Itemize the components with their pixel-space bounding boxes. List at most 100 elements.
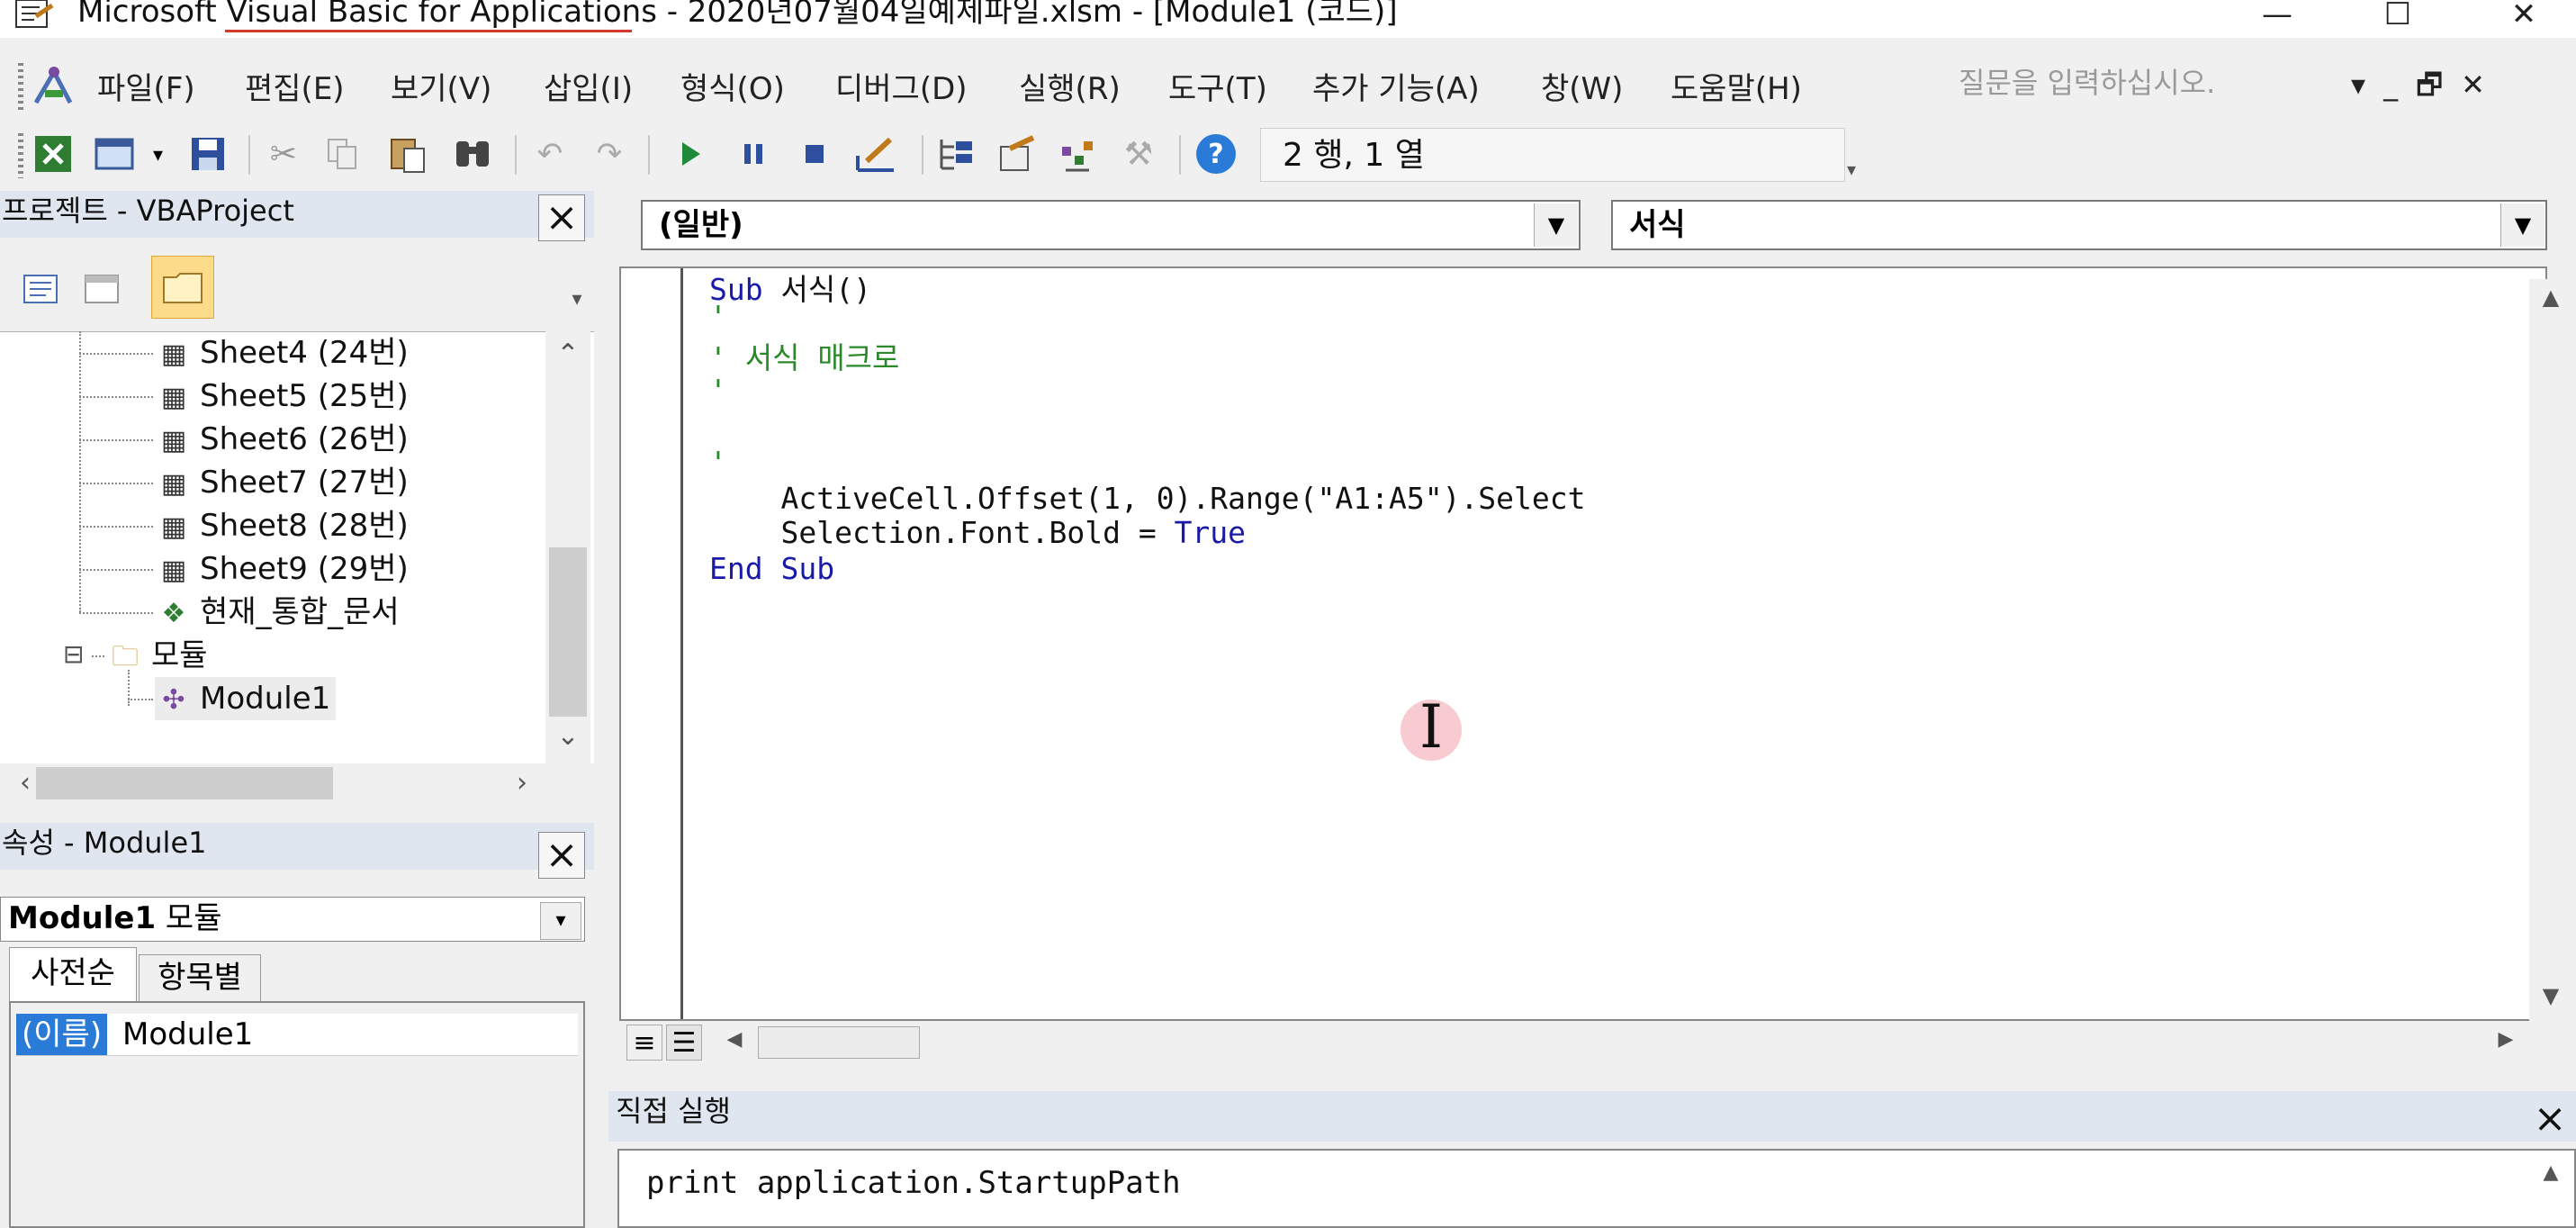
- toolbar-grip[interactable]: [18, 133, 23, 178]
- toolbar-options-icon[interactable]: ▾: [1847, 158, 1867, 185]
- code-line[interactable]: Sub 서식(): [709, 272, 871, 308]
- break-icon[interactable]: [731, 131, 776, 176]
- procedure-combo[interactable]: 서식: [1611, 200, 2547, 250]
- workbook-icon: ❖: [161, 598, 186, 629]
- immediate-window-text[interactable]: print application.StartupPath: [646, 1165, 1181, 1201]
- code-line[interactable]: Selection.Font.Bold = True: [709, 515, 1246, 551]
- properties-panel-close-button[interactable]: ×: [538, 832, 585, 879]
- menu-item-8[interactable]: 추가 기능(A): [1312, 56, 1480, 122]
- code-text: 서식(): [780, 272, 871, 307]
- design-mode-icon[interactable]: [853, 131, 898, 176]
- tree-item[interactable]: ▦ Sheet5 (25번): [155, 375, 409, 418]
- tree-item[interactable]: ❖ 현재_통합_문서: [155, 591, 400, 634]
- find-icon[interactable]: [450, 131, 495, 176]
- scroll-down-arrow-icon[interactable]: ⌄: [545, 720, 590, 752]
- code-scroll-up-arrow-icon[interactable]: ▲: [2529, 284, 2572, 310]
- view-object-icon[interactable]: [79, 266, 124, 312]
- minimize-button[interactable]: —: [2241, 0, 2313, 34]
- panel-options-icon[interactable]: ▾: [563, 259, 590, 322]
- tree-item[interactable]: ▦ Sheet4 (24번): [155, 331, 409, 375]
- properties-window-icon[interactable]: [995, 131, 1040, 176]
- redo-icon[interactable]: ↷: [587, 131, 632, 176]
- save-icon[interactable]: [185, 131, 230, 176]
- window-close-button[interactable]: ✕: [2488, 0, 2560, 34]
- tree-item[interactable]: ▦ Sheet9 (29번): [155, 547, 409, 591]
- insert-userform-icon[interactable]: [94, 131, 139, 176]
- procedure-view-icon[interactable]: ≡: [626, 1025, 662, 1061]
- tree-connector: [92, 655, 104, 657]
- menu-item-10[interactable]: 도움말(H): [1671, 56, 1802, 122]
- tree-item[interactable]: ▦ Sheet7 (27번): [155, 461, 409, 504]
- tree-vertical-scroll-thumb[interactable]: [549, 547, 587, 717]
- immediate-window-header: 직접 실행: [608, 1091, 2576, 1142]
- reset-icon[interactable]: [792, 131, 837, 176]
- view-code-icon[interactable]: [18, 266, 63, 312]
- scroll-up-arrow-icon[interactable]: ⌃: [545, 339, 590, 370]
- code-line[interactable]: ': [709, 373, 727, 409]
- mdi-minimize-button[interactable]: _: [2383, 59, 2398, 110]
- properties-combo-dropdown-icon[interactable]: ▾: [540, 902, 581, 940]
- toolbox-icon[interactable]: ⚒: [1116, 131, 1161, 176]
- scroll-right-arrow-icon[interactable]: ›: [504, 767, 540, 799]
- menu-item-6[interactable]: 실행(R): [1019, 56, 1121, 122]
- menu-item-0[interactable]: 파일(F): [97, 56, 195, 122]
- paste-icon[interactable]: [385, 131, 430, 176]
- project-explorer-icon[interactable]: [934, 131, 979, 176]
- menu-item-4[interactable]: 형식(O): [680, 56, 785, 122]
- code-margin-indicator-bar[interactable]: [621, 268, 683, 1019]
- mdi-restore-button[interactable]: 🗗: [2416, 59, 2443, 110]
- object-combo[interactable]: (일반): [641, 200, 1581, 250]
- menu-item-2[interactable]: 보기(V): [391, 56, 491, 122]
- code-vertical-scrollbar[interactable]: [2529, 279, 2572, 1021]
- code-scroll-down-arrow-icon[interactable]: ▼: [2529, 983, 2572, 1008]
- excel-view-icon[interactable]: [31, 131, 76, 176]
- vba-app-icon: [15, 0, 54, 28]
- code-editor[interactable]: [619, 266, 2547, 1021]
- project-panel-close-button[interactable]: ×: [538, 194, 585, 241]
- tab-alphabetic[interactable]: 사전순: [9, 947, 137, 1002]
- copy-icon[interactable]: [320, 131, 365, 176]
- code-scroll-right-arrow-icon[interactable]: ▶: [2488, 1028, 2524, 1051]
- cursor-position-status: 2 행, 1 열: [1260, 128, 1845, 182]
- run-icon[interactable]: [668, 131, 713, 176]
- toggle-folders-button[interactable]: [151, 256, 214, 319]
- code-line[interactable]: ' 서식 매크로: [709, 340, 899, 376]
- menu-item-3[interactable]: 삽입(I): [544, 56, 633, 122]
- object-browser-icon[interactable]: [1055, 131, 1100, 176]
- object-combo-dropdown-icon[interactable]: ▼: [1534, 203, 1578, 247]
- collapse-toggle-icon[interactable]: ⊟: [63, 641, 90, 668]
- property-value[interactable]: Module1: [122, 1014, 253, 1055]
- code-line[interactable]: ActiveCell.Offset(1, 0).Range("A1:A5").S…: [709, 481, 1585, 517]
- menu-item-5[interactable]: 디버그(D): [835, 56, 968, 122]
- menubar-grip[interactable]: [18, 63, 23, 113]
- mdi-close-button[interactable]: ✕: [2461, 59, 2485, 110]
- property-row[interactable]: (이름) Module1: [16, 1014, 578, 1056]
- tree-item[interactable]: ▦ Sheet6 (26번): [155, 418, 409, 461]
- full-module-view-icon[interactable]: ☰: [666, 1025, 702, 1061]
- cut-icon[interactable]: ✂: [261, 131, 306, 176]
- tree-item[interactable]: ✣ Module1: [155, 677, 337, 720]
- menu-item-7[interactable]: 도구(T): [1168, 56, 1267, 122]
- maximize-button[interactable]: ☐: [2362, 0, 2434, 34]
- help-icon[interactable]: ?: [1193, 131, 1238, 176]
- undo-icon[interactable]: ↶: [527, 131, 572, 176]
- userform-dropdown-arrow-icon[interactable]: ▾: [153, 144, 163, 167]
- code-keyword: True: [1174, 515, 1247, 550]
- code-scroll-left-arrow-icon[interactable]: ◀: [716, 1028, 752, 1051]
- procedure-combo-dropdown-icon[interactable]: ▼: [2500, 203, 2544, 247]
- properties-object-combo[interactable]: Module1 모듈: [0, 897, 585, 942]
- tree-horizontal-scroll-thumb[interactable]: [36, 767, 333, 799]
- tree-item[interactable]: ▦ Sheet8 (28번): [155, 504, 409, 547]
- immediate-scroll-up-arrow-icon[interactable]: ▲: [2531, 1161, 2571, 1184]
- tab-categorized[interactable]: 항목별: [139, 954, 261, 1002]
- code-line[interactable]: ': [709, 299, 727, 335]
- tree-item[interactable]: 🗀 모듈: [106, 634, 208, 677]
- code-line[interactable]: End Sub: [709, 551, 834, 587]
- code-horizontal-scroll-thumb[interactable]: [758, 1026, 920, 1059]
- menu-item-1[interactable]: 편집(E): [245, 56, 345, 122]
- menu-item-9[interactable]: 창(W): [1541, 56, 1623, 122]
- help-dropdown-arrow-icon[interactable]: ▾: [2351, 59, 2365, 110]
- vba-menu-icon[interactable]: [31, 63, 76, 110]
- code-line[interactable]: ': [709, 445, 727, 481]
- immediate-window-close-button[interactable]: ×: [2527, 1097, 2572, 1142]
